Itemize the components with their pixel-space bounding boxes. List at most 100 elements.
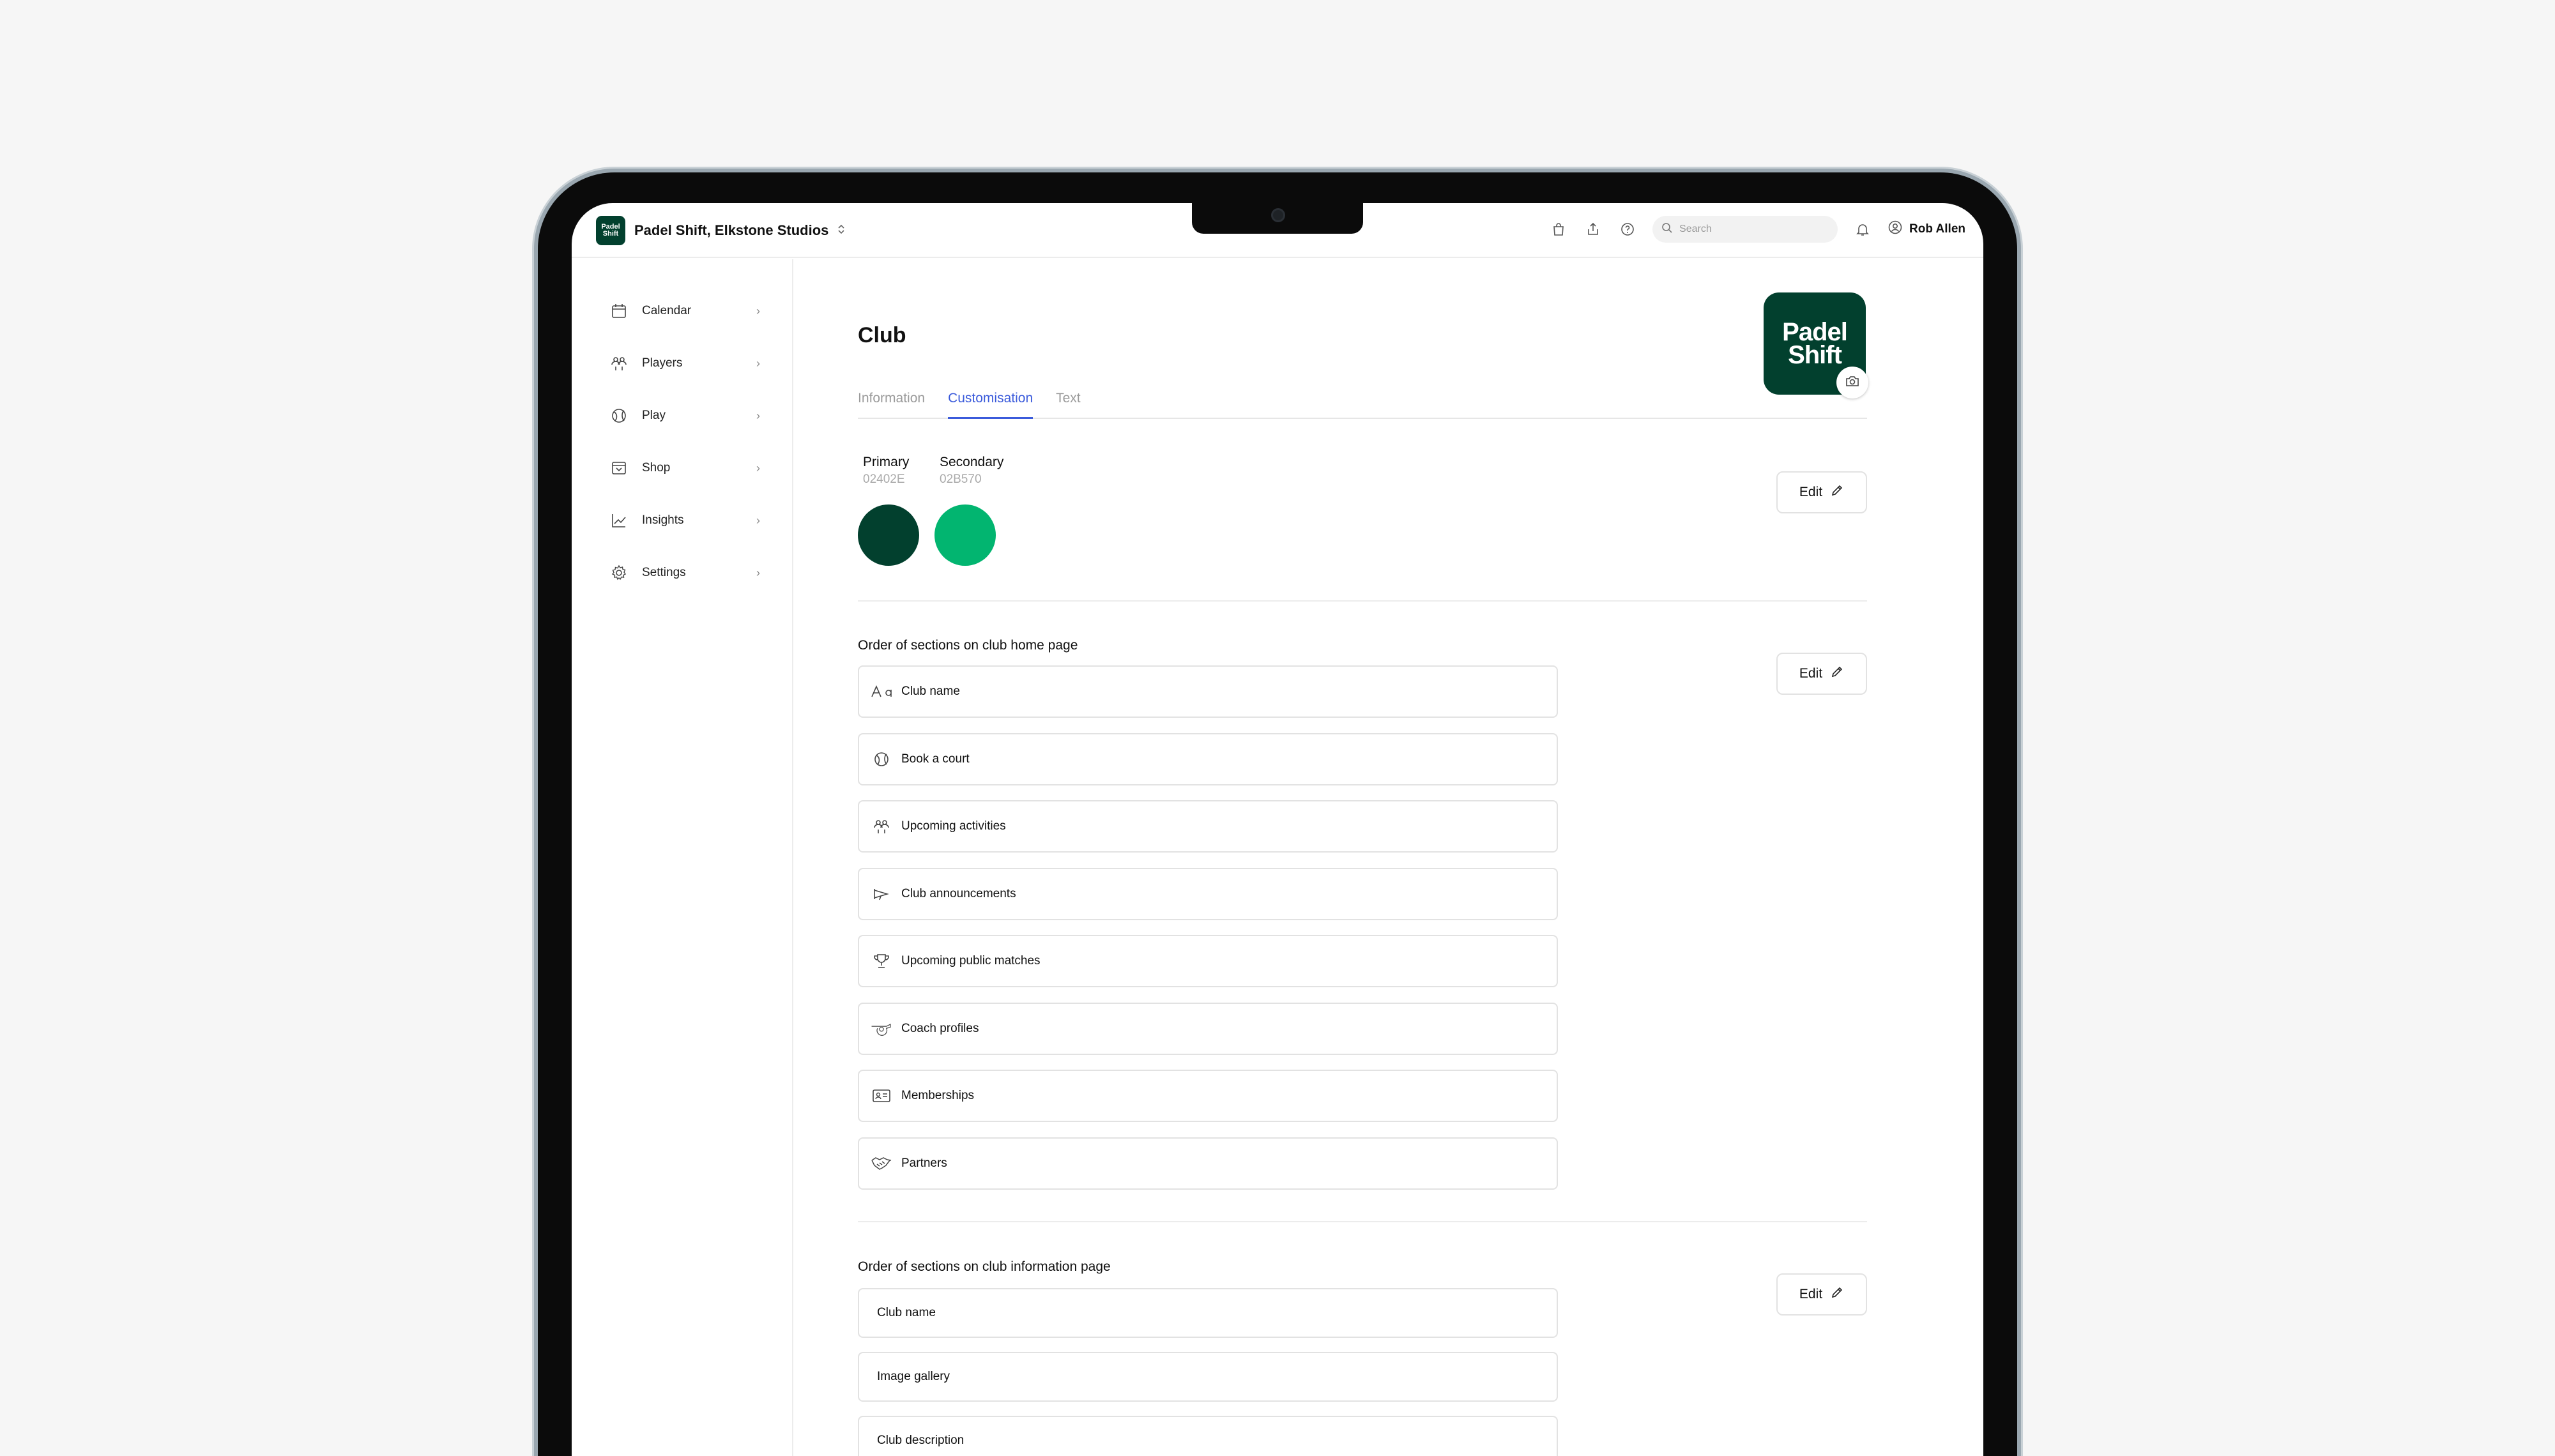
updown-chevron-icon [837, 224, 845, 238]
sidebar-item-calendar[interactable]: Calendar › [572, 285, 792, 337]
bag-icon[interactable] [1549, 220, 1568, 239]
chevron-right-icon: › [756, 304, 760, 317]
sidebar-item-label: Shop [642, 461, 671, 474]
secondary-color-swatch[interactable] [934, 504, 996, 566]
search-icon [1661, 222, 1673, 237]
list-item[interactable]: Club announcements [858, 867, 1558, 920]
chevron-right-icon: › [756, 566, 760, 579]
tab-information[interactable]: Information [858, 387, 925, 419]
list-item[interactable]: Memberships [858, 1070, 1558, 1122]
edit-label: Edit [1799, 1287, 1823, 1301]
list-item[interactable]: Coach profiles [858, 1002, 1558, 1055]
list-item-label: Partners [901, 1156, 947, 1170]
gear-icon [609, 563, 629, 583]
players-icon [871, 815, 892, 837]
list-item[interactable]: Club name [858, 1288, 1558, 1338]
trophy-icon [871, 950, 892, 972]
list-item-label: Memberships [901, 1089, 975, 1102]
handshake-icon [871, 1153, 892, 1174]
list-item-label: Club announcements [901, 886, 1016, 900]
sidebar-item-shop[interactable]: Shop › [572, 442, 792, 494]
home-sections-title: Order of sections on club home page [858, 638, 1078, 653]
sidebar-item-label: Calendar [642, 304, 692, 317]
user-menu[interactable]: Rob Allen [1888, 220, 1965, 239]
whistle-icon [871, 1018, 892, 1040]
ball-icon [871, 748, 892, 770]
primary-color-swatch[interactable] [858, 504, 919, 566]
list-item[interactable]: Book a court [858, 732, 1558, 785]
brand-logo: Padel Shift [596, 216, 625, 245]
shop-icon [609, 458, 629, 478]
info-sections-list: Club name Image gallery Club description [858, 1288, 1558, 1456]
chevron-right-icon: › [756, 409, 760, 422]
primary-color-label: Primary [863, 455, 910, 469]
list-item-label: Upcoming activities [901, 819, 1006, 833]
tab-customisation[interactable]: Customisation [948, 387, 1033, 419]
list-item[interactable]: Club description [858, 1416, 1558, 1456]
sidebar-item-players[interactable]: Players › [572, 337, 792, 390]
home-sections-list: Club name Book a court Upcoming activiti… [858, 665, 1558, 1204]
chevron-right-icon: › [756, 356, 760, 370]
sidebar-item-settings[interactable]: Settings › [572, 547, 792, 599]
list-item-label: Image gallery [877, 1370, 950, 1383]
sidebar-item-label: Insights [642, 513, 684, 527]
primary-color-hex: 02402E [863, 473, 905, 486]
list-item[interactable]: Partners [858, 1137, 1558, 1190]
sidebar-item-label: Play [642, 409, 666, 422]
list-item[interactable]: Upcoming activities [858, 800, 1558, 853]
id-card-icon [871, 1085, 892, 1107]
secondary-color-hex: 02B570 [940, 473, 982, 486]
list-item-label: Club name [901, 685, 960, 698]
list-item[interactable]: Club name [858, 665, 1558, 718]
search-input[interactable] [1679, 224, 1820, 235]
brand-colors: Primary 02402E Secondary 02B570 [858, 455, 1004, 566]
players-icon [609, 353, 629, 374]
club-logo-line2: Shift [1788, 341, 1842, 369]
list-item-label: Club name [877, 1306, 936, 1319]
list-item-label: Club description [877, 1434, 965, 1447]
list-item-label: Upcoming public matches [901, 954, 1041, 967]
chart-icon [609, 510, 629, 531]
pencil-icon [1830, 665, 1844, 683]
list-item[interactable]: Upcoming public matches [858, 935, 1558, 987]
list-item[interactable]: Image gallery [858, 1352, 1558, 1402]
tab-text[interactable]: Text [1056, 387, 1081, 419]
club-selector[interactable]: Padel Shift Padel Shift, Elkstone Studio… [596, 216, 845, 245]
page-title: Club [858, 323, 906, 347]
user-avatar-icon [1888, 220, 1903, 239]
edit-home-sections-button[interactable]: Edit [1776, 653, 1867, 695]
app-screen: Padel Shift Padel Shift, Elkstone Studio… [572, 203, 1983, 1456]
list-item-label: Book a court [901, 752, 970, 766]
sidebar: Calendar › Players › Play › Shop › Insig… [572, 259, 793, 1456]
pencil-icon [1830, 483, 1844, 501]
secondary-color: Secondary 02B570 [934, 455, 1004, 566]
user-name: Rob Allen [1909, 222, 1965, 236]
share-icon[interactable] [1583, 220, 1603, 239]
edit-colors-button[interactable]: Edit [1776, 471, 1867, 513]
pencil-icon [1830, 1285, 1844, 1303]
chevron-right-icon: › [756, 461, 760, 474]
chevron-right-icon: › [756, 513, 760, 527]
sidebar-item-label: Settings [642, 566, 686, 579]
ball-icon [609, 406, 629, 426]
info-sections-title: Order of sections on club information pa… [858, 1259, 1111, 1274]
section-divider [858, 1221, 1867, 1222]
bell-icon[interactable] [1853, 220, 1872, 239]
edit-info-sections-button[interactable]: Edit [1776, 1273, 1867, 1316]
edit-label: Edit [1799, 666, 1823, 681]
list-item-label: Coach profiles [901, 1021, 979, 1035]
section-divider [858, 600, 1867, 602]
secondary-color-label: Secondary [940, 455, 1004, 469]
club-selector-label: Padel Shift, Elkstone Studios [634, 222, 829, 238]
sidebar-item-insights[interactable]: Insights › [572, 494, 792, 547]
edit-label: Edit [1799, 485, 1823, 499]
sidebar-item-label: Players [642, 356, 683, 370]
help-icon[interactable] [1618, 220, 1637, 239]
text-icon [871, 681, 892, 702]
calendar-icon [609, 301, 629, 321]
search-bar[interactable] [1652, 216, 1838, 243]
primary-color: Primary 02402E [858, 455, 919, 566]
sidebar-item-play[interactable]: Play › [572, 390, 792, 442]
device-camera [1271, 208, 1285, 222]
tab-bar: Information Customisation Text [858, 387, 1867, 419]
